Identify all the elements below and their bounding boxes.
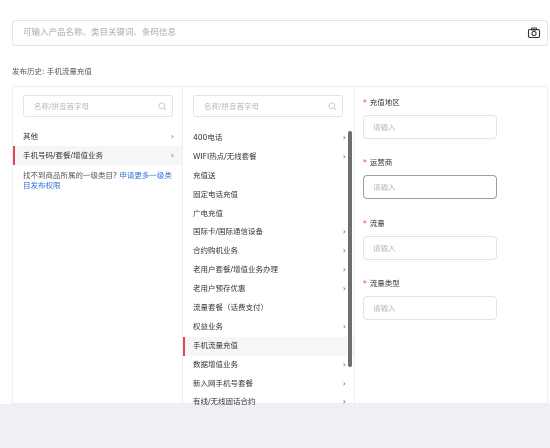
product-search-input[interactable] <box>13 21 513 45</box>
level1-item-label: 手机号码/套餐/增值业务 <box>23 151 104 160</box>
data-amount-input[interactable] <box>363 236 497 260</box>
chevron-right-icon: › <box>342 246 346 256</box>
level2-item[interactable]: 充值送 <box>183 167 354 186</box>
level2-search-input[interactable] <box>194 96 324 116</box>
level2-item-label: 数据增值业务 <box>193 359 238 369</box>
carrier-input[interactable] <box>363 175 497 199</box>
level2-item[interactable]: 400电话 › <box>183 129 354 148</box>
recharge-region-input[interactable] <box>363 115 497 139</box>
level2-item[interactable]: 合约购机业务 › <box>183 242 354 261</box>
level2-item-label: 400电话 <box>193 133 223 142</box>
level2-item-label: 新入网手机号套餐 <box>193 378 253 388</box>
chevron-right-icon: › <box>342 284 346 294</box>
category-help-text: 找不到商品所属的一级类目? 申请更多一级类目发布权限 <box>23 171 175 191</box>
category-publish-card: 发布历史: 手机流量充值 其他 › 手机号码/套餐/增值业务 › <box>0 0 550 406</box>
level2-item-label: 合约购机业务 <box>193 246 238 256</box>
chevron-right-icon: › <box>342 227 346 237</box>
level1-item-label: 其他 <box>23 132 38 141</box>
level2-item[interactable]: 有线/无线固话合约 › <box>183 393 354 412</box>
required-mark: * <box>363 279 367 288</box>
chevron-right-icon: › <box>342 151 346 161</box>
level2-item[interactable]: 国际卡/国际通信设备 › <box>183 223 354 242</box>
level2-item[interactable]: 固定电话充值 <box>183 186 354 205</box>
level2-search-box[interactable] <box>193 95 343 117</box>
level2-item-label: 手机流量充值 <box>193 340 238 350</box>
attribute-form: *充值地区 *运营商 *流量 *流量类型 <box>355 87 549 403</box>
chevron-right-icon: › <box>170 151 174 160</box>
chevron-right-icon: › <box>342 321 346 331</box>
level1-search-input[interactable] <box>24 96 154 116</box>
level2-list: 400电话 › WIFI热点/无线套餐 › 充值送 固定电话充值 广电充值 国际卡/… <box>183 129 354 412</box>
help-question: 找不到商品所属的一级类目? <box>23 171 117 180</box>
level2-item[interactable]: 权益业务 › <box>183 318 354 337</box>
level2-item-label: 流量套餐（话费支付） <box>193 303 268 313</box>
search-icon <box>158 102 167 111</box>
required-mark: * <box>363 98 367 107</box>
level2-item-selected[interactable]: 手机流量充值 <box>183 336 354 356</box>
field-label: * 流量 <box>363 218 543 230</box>
level1-item-mobile[interactable]: 手机号码/套餐/增值业务 › <box>13 146 182 165</box>
level1-list: 其他 › 手机号码/套餐/增值业务 › <box>13 127 182 165</box>
level2-item[interactable]: WIFI热点/无线套餐 › <box>183 148 354 167</box>
field-label: * 充值地区 <box>363 97 543 109</box>
required-mark: * <box>363 158 367 167</box>
field-label-text: 流量类型 <box>369 279 400 288</box>
field-data-type: * 流量类型 <box>363 278 543 320</box>
level2-item[interactable]: 老用户套餐/增值业务办理 › <box>183 261 354 280</box>
level2-item-label: 充值送 <box>193 170 216 180</box>
category-selector: 其他 › 手机号码/套餐/增值业务 › 找不到商品所属的一级类目? 申请更多一级… <box>12 86 549 406</box>
level2-item-label: 固定电话充值 <box>193 189 238 199</box>
level1-item-other[interactable]: 其他 › <box>13 127 182 146</box>
level2-item-label: 国际卡/国际通信设备 <box>193 227 264 237</box>
level2-item[interactable]: 新入网手机号套餐 › <box>183 375 354 394</box>
publish-history[interactable]: 发布历史: 手机流量充值 <box>12 66 92 77</box>
chevron-right-icon: › <box>170 132 174 141</box>
field-label: * 运营商 <box>363 157 543 169</box>
data-type-input[interactable] <box>363 296 497 320</box>
level2-item-label: WIFI热点/无线套餐 <box>193 151 257 161</box>
search-icon <box>328 102 337 111</box>
level2-item[interactable]: 老用户预存优惠 › <box>183 280 354 299</box>
level2-item-label: 广电充值 <box>193 208 223 218</box>
level2-item[interactable]: 数据增值业务 › <box>183 356 354 375</box>
level2-item-label: 权益业务 <box>193 321 223 331</box>
level2-scrollbar[interactable] <box>348 131 352 367</box>
category-level-2: 400电话 › WIFI热点/无线套餐 › 充值送 固定电话充值 广电充值 国际卡/… <box>183 87 355 406</box>
level2-item[interactable]: 广电充值 <box>183 205 354 224</box>
level2-item[interactable]: 流量套餐（话费支付） <box>183 299 354 318</box>
required-mark: * <box>363 219 367 228</box>
level2-item-label: 有线/无线固话合约 <box>193 397 256 407</box>
field-recharge-region: * 充值地区 <box>363 97 543 139</box>
product-search-box[interactable] <box>12 20 548 46</box>
field-label-text: 流量 <box>369 219 385 228</box>
category-level-1: 其他 › 手机号码/套餐/增值业务 › 找不到商品所属的一级类目? 申请更多一级… <box>13 87 183 403</box>
field-carrier: * 运营商 <box>363 157 543 199</box>
level1-search-box[interactable] <box>23 95 173 117</box>
camera-icon[interactable] <box>527 26 541 40</box>
chevron-right-icon: › <box>342 265 346 275</box>
chevron-right-icon: › <box>342 359 346 369</box>
field-data-amount: * 流量 <box>363 218 543 260</box>
field-label-text: 充值地区 <box>369 98 400 107</box>
field-label-text: 运营商 <box>369 158 393 167</box>
chevron-right-icon: › <box>342 397 346 407</box>
level2-item-label: 老用户预存优惠 <box>193 284 246 294</box>
chevron-right-icon: › <box>342 378 346 388</box>
level2-item-label: 老用户套餐/增值业务办理 <box>193 265 279 275</box>
chevron-right-icon: › <box>342 133 346 142</box>
field-label: * 流量类型 <box>363 278 543 290</box>
